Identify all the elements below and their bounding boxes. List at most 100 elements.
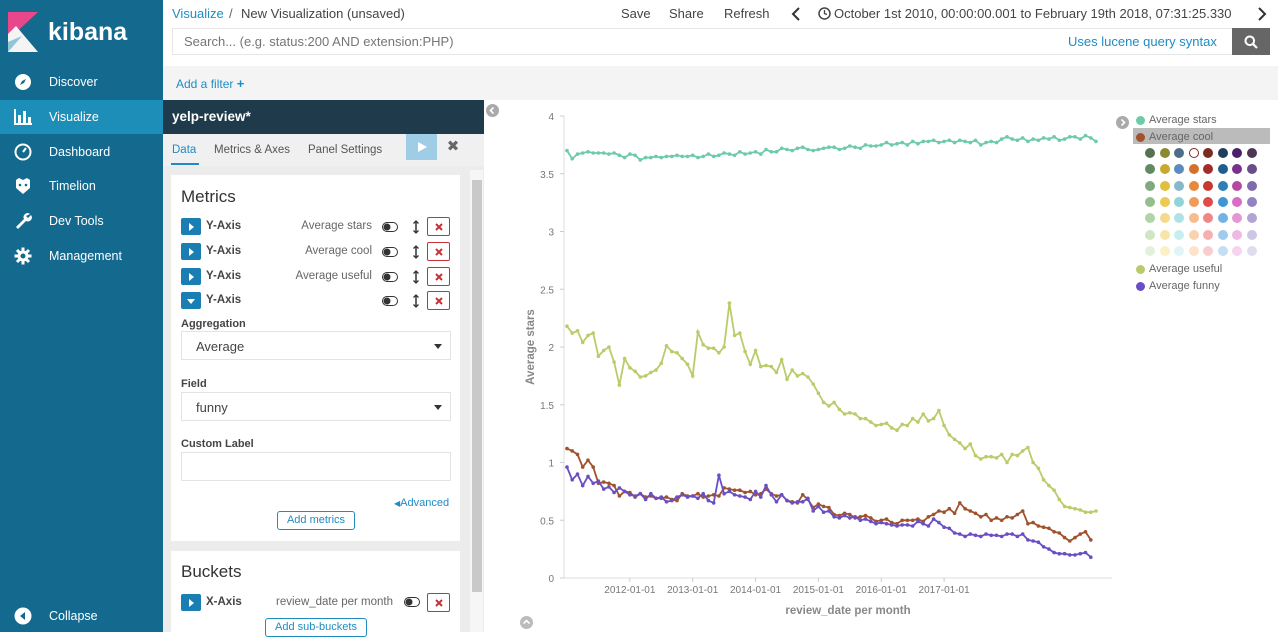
color-swatch[interactable] xyxy=(1203,245,1213,256)
color-swatch[interactable] xyxy=(1232,196,1242,207)
toggle-icon[interactable] xyxy=(382,296,398,306)
legend-item-useful[interactable]: Average useful xyxy=(1136,263,1222,275)
color-swatch[interactable] xyxy=(1159,229,1170,240)
sidebar-item-dev-tools[interactable]: Dev Tools xyxy=(0,204,163,238)
color-swatch[interactable] xyxy=(1188,196,1199,207)
kibana-logo[interactable]: kibana xyxy=(8,12,138,54)
remove-bucket-button[interactable] xyxy=(427,593,450,612)
color-swatch[interactable] xyxy=(1217,180,1228,191)
search-input[interactable] xyxy=(173,29,1053,54)
drag-handle-icon[interactable] xyxy=(411,270,421,284)
drag-handle-icon[interactable] xyxy=(411,294,421,308)
sidebar-item-management[interactable]: Management xyxy=(0,239,163,273)
color-swatch[interactable] xyxy=(1145,148,1155,158)
collapse-button[interactable]: Collapse xyxy=(0,599,163,633)
color-swatch[interactable] xyxy=(1217,164,1228,175)
legend-item-stars[interactable]: Average stars xyxy=(1136,114,1217,126)
color-swatch[interactable] xyxy=(1246,180,1257,191)
discard-changes-button[interactable]: ✖ xyxy=(444,138,462,156)
color-swatch[interactable] xyxy=(1217,245,1228,256)
remove-metric-button[interactable] xyxy=(427,217,450,236)
color-swatch[interactable] xyxy=(1174,148,1184,158)
add-filter-button[interactable]: Add a filter + xyxy=(176,76,244,91)
sidebar-item-visualize[interactable]: Visualize xyxy=(0,100,163,134)
refresh-button[interactable]: Refresh xyxy=(724,6,770,21)
metric-expand-toggle[interactable] xyxy=(181,292,201,309)
color-swatch[interactable] xyxy=(1174,245,1184,256)
color-swatch[interactable] xyxy=(1174,196,1184,207)
color-swatch[interactable] xyxy=(1145,180,1155,191)
color-swatch[interactable] xyxy=(1159,164,1170,175)
color-swatch[interactable] xyxy=(1246,213,1257,224)
color-swatch[interactable] xyxy=(1246,196,1257,207)
legend-item-funny[interactable]: Average funny xyxy=(1136,280,1220,292)
aggregation-select[interactable]: Average xyxy=(181,331,451,360)
add-metrics-button[interactable]: Add metrics xyxy=(277,511,355,530)
sidebar-item-timelion[interactable]: Timelion xyxy=(0,169,163,203)
color-swatch[interactable] xyxy=(1246,164,1257,175)
color-swatch[interactable] xyxy=(1232,229,1242,240)
metric-expand-toggle[interactable] xyxy=(181,218,201,235)
color-swatch[interactable] xyxy=(1203,229,1213,240)
drag-handle-icon[interactable] xyxy=(411,220,421,234)
toggle-icon[interactable] xyxy=(382,222,398,232)
color-swatch[interactable] xyxy=(1159,180,1170,191)
color-swatch[interactable] xyxy=(1203,196,1213,207)
add-sub-buckets-button[interactable]: Add sub-buckets xyxy=(265,618,367,637)
color-swatch[interactable] xyxy=(1159,148,1170,158)
color-swatch[interactable] xyxy=(1159,196,1170,207)
custom-label-input[interactable] xyxy=(181,452,451,481)
color-swatch[interactable] xyxy=(1217,148,1228,158)
sidebar-item-discover[interactable]: Discover xyxy=(0,65,163,99)
color-swatch[interactable] xyxy=(1217,213,1228,224)
metric-expand-toggle[interactable] xyxy=(181,268,201,285)
toggle-icon[interactable] xyxy=(382,247,398,257)
search-button[interactable] xyxy=(1232,28,1270,55)
metric-expand-toggle[interactable] xyxy=(181,243,201,260)
color-swatch[interactable] xyxy=(1159,213,1170,224)
time-forward-button[interactable] xyxy=(1257,7,1267,21)
color-swatch[interactable] xyxy=(1246,229,1257,240)
color-swatch[interactable] xyxy=(1203,180,1213,191)
color-swatch[interactable] xyxy=(1232,148,1242,158)
time-back-button[interactable] xyxy=(791,7,801,21)
color-swatch[interactable] xyxy=(1145,229,1155,240)
color-swatch[interactable] xyxy=(1217,229,1228,240)
x-axis-expand-toggle[interactable] xyxy=(181,594,201,611)
color-swatch[interactable] xyxy=(1188,229,1199,240)
color-swatch[interactable] xyxy=(1188,245,1199,256)
advanced-toggle[interactable]: ◀Advanced xyxy=(394,497,449,509)
remove-metric-button[interactable] xyxy=(427,291,450,310)
tab-data[interactable]: Data xyxy=(172,144,196,156)
drag-handle-icon[interactable] xyxy=(411,245,421,259)
color-swatch[interactable] xyxy=(1159,245,1170,256)
editor-scrollbar-thumb[interactable] xyxy=(472,180,482,592)
color-swatch[interactable] xyxy=(1246,245,1257,256)
apply-changes-button[interactable] xyxy=(406,134,437,160)
color-swatch[interactable] xyxy=(1174,180,1184,191)
color-swatch[interactable] xyxy=(1174,229,1184,240)
color-swatch[interactable] xyxy=(1188,148,1199,158)
save-button[interactable]: Save xyxy=(621,6,651,21)
color-swatch[interactable] xyxy=(1188,164,1199,175)
color-swatch[interactable] xyxy=(1217,196,1228,207)
share-button[interactable]: Share xyxy=(669,6,704,21)
time-range-picker[interactable]: October 1st 2010, 00:00:00.001 to Februa… xyxy=(834,6,1232,21)
color-swatch[interactable] xyxy=(1232,245,1242,256)
tab-metrics-axes[interactable]: Metrics & Axes xyxy=(214,144,290,156)
breadcrumb-visualize[interactable]: Visualize xyxy=(172,6,224,21)
color-swatch[interactable] xyxy=(1188,180,1199,191)
sidebar-item-dashboard[interactable]: Dashboard xyxy=(0,135,163,169)
color-swatch[interactable] xyxy=(1203,148,1213,158)
color-swatch[interactable] xyxy=(1232,180,1242,191)
remove-metric-button[interactable] xyxy=(427,267,450,286)
remove-metric-button[interactable] xyxy=(427,242,450,261)
tab-panel-settings[interactable]: Panel Settings xyxy=(308,144,382,156)
legend-item-cool[interactable]: Average cool xyxy=(1136,131,1213,143)
color-swatch[interactable] xyxy=(1246,148,1257,158)
toggle-icon[interactable] xyxy=(382,272,398,282)
lucene-syntax-link[interactable]: Uses lucene query syntax xyxy=(1068,34,1217,49)
legend-toggle[interactable] xyxy=(1116,116,1129,134)
color-swatch[interactable] xyxy=(1188,213,1199,224)
color-swatch[interactable] xyxy=(1145,196,1155,207)
